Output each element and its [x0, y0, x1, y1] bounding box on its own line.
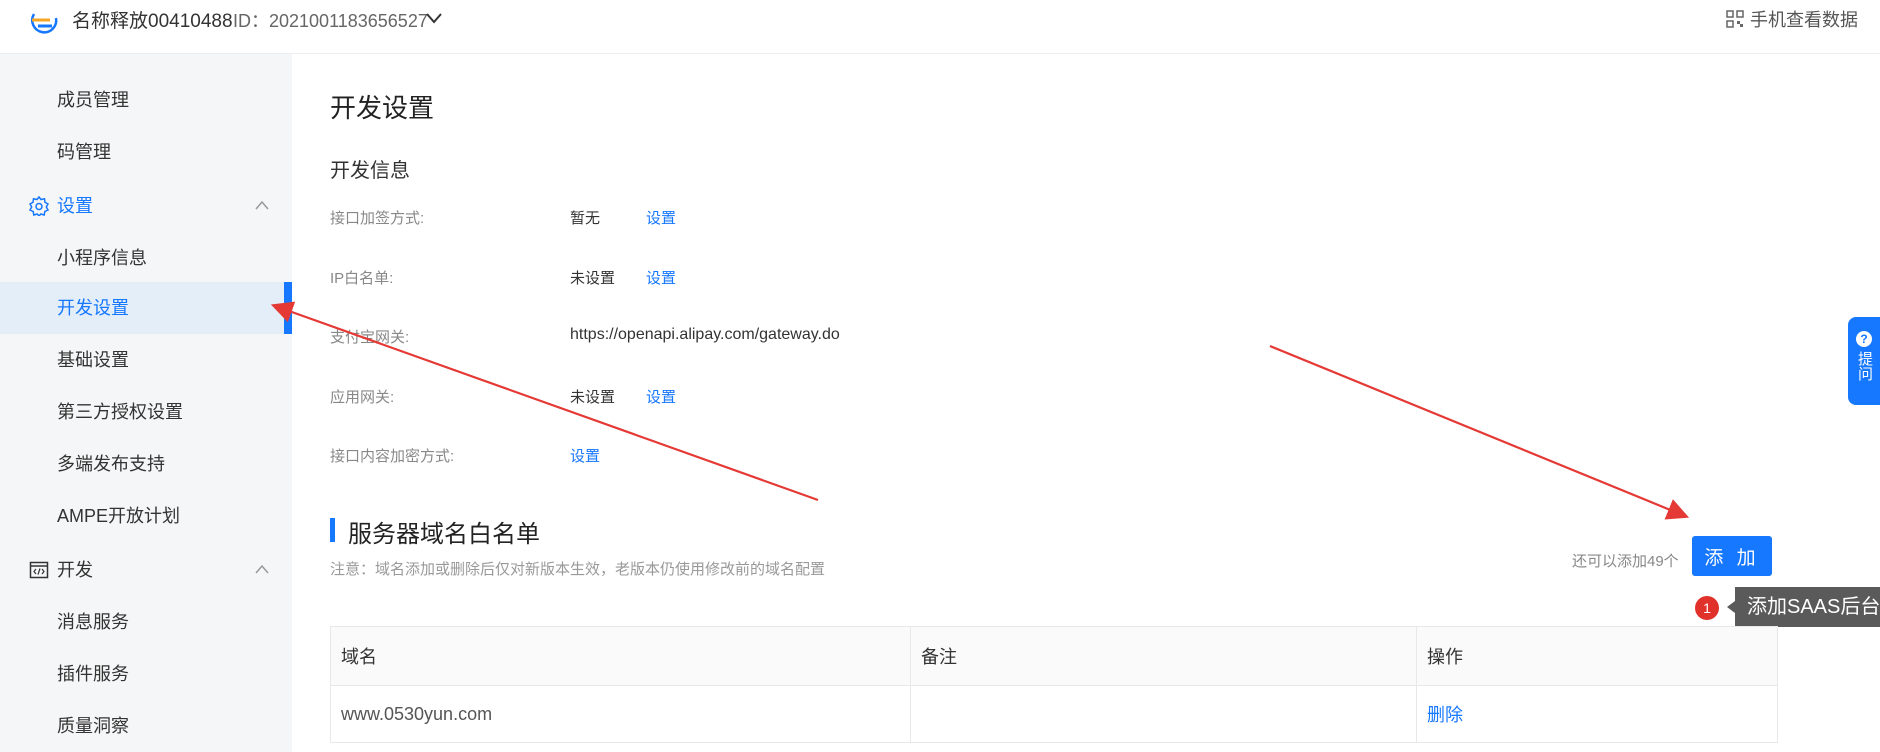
sidebar-item-label: 小程序信息: [57, 248, 147, 268]
sidebar-item-code-management[interactable]: 码管理: [0, 126, 292, 178]
chevron-up-icon: [255, 200, 269, 210]
set-link[interactable]: 设置: [570, 445, 600, 466]
sidebar: 成员管理 码管理 设置 小程序信息 开发设置 基础设置 第三方授权设置 多端发布…: [0, 54, 292, 752]
qr-code-icon: [1726, 10, 1744, 28]
column-header-action: 操作: [1427, 647, 1463, 667]
info-value: 暂无: [570, 210, 601, 227]
sidebar-item-third-party-auth[interactable]: 第三方授权设置: [0, 386, 292, 438]
remark-cell: [911, 686, 1417, 742]
sidebar-item-label: 质量洞察: [57, 716, 129, 736]
info-label: 支付宝网关:: [330, 329, 410, 346]
sidebar-item-label: 开发设置: [57, 298, 129, 318]
annotation-badge: 1: [1695, 596, 1719, 620]
sidebar-group-label: 设置: [57, 196, 93, 216]
mobile-view-link[interactable]: 手机查看数据: [1726, 6, 1858, 32]
sidebar-item-ampe[interactable]: AMPE开放计划: [0, 490, 292, 542]
sidebar-item-multi-platform[interactable]: 多端发布支持: [0, 438, 292, 490]
sidebar-item-label: 第三方授权设置: [57, 402, 183, 422]
sidebar-item-message-service[interactable]: 消息服务: [0, 596, 292, 648]
app-name: 名称释放00410488: [72, 11, 233, 32]
info-value: https://openapi.alipay.com/gateway.do: [570, 326, 840, 343]
table-header: 域名 备注 操作: [331, 627, 1777, 686]
info-label: 接口加签方式:: [330, 210, 425, 227]
sidebar-item-label: 多端发布支持: [57, 454, 165, 474]
gear-icon: [29, 196, 49, 216]
sidebar-item-label: AMPE开放计划: [57, 506, 181, 526]
page-title: 开发设置: [330, 93, 435, 123]
info-label: 接口内容加密方式:: [330, 448, 455, 465]
sidebar-group-settings[interactable]: 设置: [0, 180, 292, 232]
action-cell: 删除: [1417, 686, 1777, 742]
sidebar-item-plugin-service[interactable]: 插件服务: [0, 648, 292, 700]
sidebar-item-label: 消息服务: [57, 612, 129, 632]
app-logo-icon: [31, 13, 58, 34]
top-bar: 名称释放00410488 ID：2021001183656527 手机查看数据: [0, 0, 1880, 54]
info-label: 应用网关:: [330, 389, 395, 406]
sidebar-group-label: 开发: [57, 560, 93, 580]
section-title-whitelist: 服务器域名白名单: [330, 514, 540, 549]
chevron-up-icon: [255, 564, 269, 574]
active-indicator: [284, 282, 292, 334]
sidebar-item-label: 基础设置: [57, 350, 129, 370]
set-link[interactable]: 设置: [646, 267, 676, 288]
annotation-text: 添加SAAS后台域名: [1726, 587, 1880, 627]
info-label: IP白名单:: [330, 270, 394, 287]
domain-cell: www.0530yun.com: [331, 686, 911, 742]
sidebar-item-basic-settings[interactable]: 基础设置: [0, 334, 292, 386]
sidebar-item-label: 成员管理: [57, 90, 129, 110]
sidebar-item-members[interactable]: 成员管理: [0, 74, 292, 126]
help-tab-label: 提问: [1856, 351, 1873, 381]
sidebar-group-dev[interactable]: 开发: [0, 544, 292, 596]
delete-link[interactable]: 删除: [1427, 701, 1463, 727]
info-value: 未设置: [570, 270, 616, 287]
sidebar-item-label: 插件服务: [57, 664, 129, 684]
info-value: 未设置: [570, 389, 616, 406]
chevron-down-icon[interactable]: [424, 8, 444, 28]
sidebar-item-quality-insight[interactable]: 质量洞察: [0, 700, 292, 752]
column-header-remark: 备注: [911, 627, 1417, 685]
app-id: ID：2021001183656527: [233, 11, 428, 31]
main-content: 开发设置 开发信息 接口加签方式: 暂无 设置 IP白名单: 未设置 设置 支付…: [292, 54, 1880, 752]
mobile-view-label: 手机查看数据: [1750, 10, 1858, 30]
sidebar-item-label: 码管理: [57, 142, 111, 162]
sidebar-item-mini-program-info[interactable]: 小程序信息: [0, 232, 292, 284]
table-row: www.0530yun.com 删除: [331, 686, 1777, 742]
whitelist-note: 注意：域名添加或删除后仅对新版本生效，老版本仍使用修改前的域名配置: [330, 561, 826, 578]
section-title-dev-info: 开发信息: [330, 160, 410, 182]
code-icon: [29, 561, 49, 579]
question-icon: ?: [1856, 331, 1872, 347]
help-tab[interactable]: ? 提问: [1848, 317, 1880, 405]
set-link[interactable]: 设置: [646, 207, 676, 228]
add-domain-button[interactable]: 添 加: [1692, 536, 1772, 576]
column-header-domain: 域名: [331, 627, 911, 685]
remaining-count: 还可以添加49个: [1572, 553, 1679, 570]
domain-table: 域名 备注 操作 www.0530yun.com 删除: [330, 626, 1778, 743]
sidebar-item-dev-settings[interactable]: 开发设置: [0, 282, 292, 334]
set-link[interactable]: 设置: [646, 386, 676, 407]
